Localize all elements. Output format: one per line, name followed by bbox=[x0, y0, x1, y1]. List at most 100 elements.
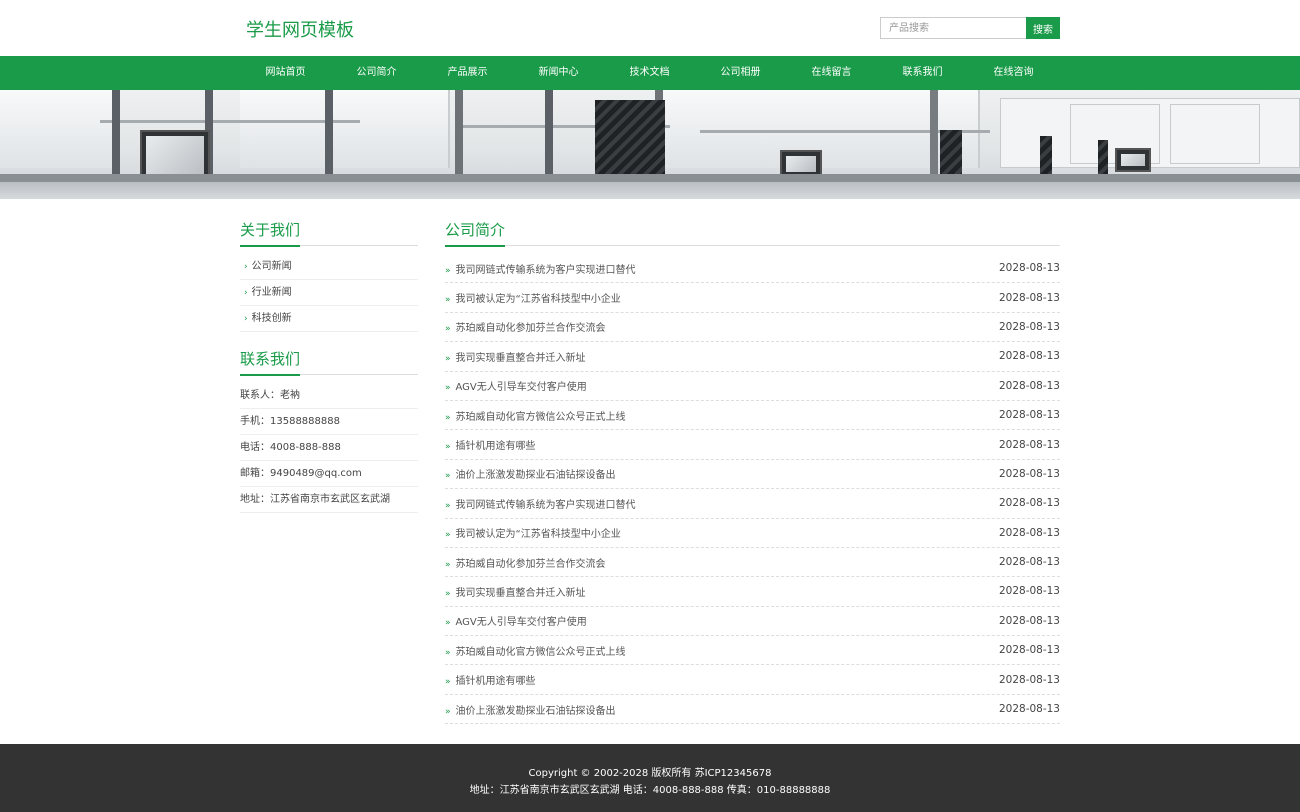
news-title[interactable]: » 苏珀威自动化官方微信公众号正式上线 bbox=[445, 408, 626, 423]
news-title[interactable]: » 我司网链式传输系统为客户实现进口替代 bbox=[445, 261, 636, 276]
nav-item-products[interactable]: 产品展示 bbox=[422, 56, 513, 90]
contact-email: 邮箱：9490489@qq.com bbox=[240, 461, 418, 487]
side-menu-item-industry-news[interactable]: › 行业新闻 bbox=[240, 280, 418, 306]
double-chevron-icon: » bbox=[445, 677, 451, 688]
news-date: 2028-08-13 bbox=[998, 614, 1060, 627]
news-item[interactable]: » 我司网链式传输系统为客户实现进口替代 2028-08-13 bbox=[445, 489, 1060, 519]
double-chevron-icon: » bbox=[445, 618, 451, 629]
news-title[interactable]: » 苏珀威自动化官方微信公众号正式上线 bbox=[445, 643, 626, 658]
nav-item-home[interactable]: 网站首页 bbox=[240, 56, 331, 90]
news-date: 2028-08-13 bbox=[998, 585, 1060, 598]
search-input[interactable] bbox=[880, 17, 1026, 39]
news-item[interactable]: » 我司被认定为“江苏省科技型中小企业 2028-08-13 bbox=[445, 283, 1060, 313]
nav-item-news[interactable]: 新闻中心 bbox=[513, 56, 604, 90]
news-item[interactable]: » 我司实现垂直整合并迁入新址 2028-08-13 bbox=[445, 342, 1060, 372]
contact-person: 联系人：老衲 bbox=[240, 383, 418, 409]
news-item[interactable]: » 插针机用途有哪些 2028-08-13 bbox=[445, 665, 1060, 695]
news-item[interactable]: » 我司实现垂直整合并迁入新址 2028-08-13 bbox=[445, 577, 1060, 607]
double-chevron-icon: » bbox=[445, 412, 451, 423]
news-title[interactable]: » 苏珀威自动化参加芬兰合作交流会 bbox=[445, 555, 606, 570]
news-item[interactable]: » 我司被认定为“江苏省科技型中小企业 2028-08-13 bbox=[445, 519, 1060, 548]
news-title-text: 我司实现垂直整合并迁入新址 bbox=[455, 587, 586, 599]
double-chevron-icon: » bbox=[445, 324, 451, 335]
news-item[interactable]: » 油价上涨激发勘探业石油钻探设备出 2028-08-13 bbox=[445, 460, 1060, 490]
news-item[interactable]: » 苏珀威自动化参加芬兰合作交流会 2028-08-13 bbox=[445, 313, 1060, 343]
news-title-text: 油价上涨激发勘探业石油钻探设备出 bbox=[455, 705, 616, 717]
contact-phone: 电话：4008-888-888 bbox=[240, 435, 418, 461]
news-title-text: 插针机用途有哪些 bbox=[455, 441, 536, 453]
news-title[interactable]: » 插针机用途有哪些 bbox=[445, 437, 536, 452]
nav-item-consult[interactable]: 在线咨询 bbox=[968, 56, 1059, 90]
contact-title: 联系我们 bbox=[240, 348, 418, 376]
content-title: 公司简介 bbox=[445, 219, 1060, 247]
news-title-text: 插针机用途有哪些 bbox=[455, 676, 536, 688]
sidebar: 关于我们 › 公司新闻 › 行业新闻 › 科技创新 联系我们 联系人：老衲 手机：13… bbox=[240, 219, 418, 724]
chevron-right-icon: › bbox=[244, 288, 248, 298]
news-item[interactable]: » 苏珀威自动化参加芬兰合作交流会 2028-08-13 bbox=[445, 548, 1060, 578]
news-title[interactable]: » 我司被认定为“江苏省科技型中小企业 bbox=[445, 290, 621, 305]
side-menu-label: 公司新闻 bbox=[251, 261, 292, 272]
news-date: 2028-08-13 bbox=[998, 703, 1060, 716]
double-chevron-icon: » bbox=[445, 295, 451, 306]
news-title[interactable]: » 插针机用途有哪些 bbox=[445, 672, 536, 687]
chevron-right-icon: › bbox=[244, 262, 248, 272]
footer-copyright: Copyright © 2002-2028 版权所有 苏ICP12345678 bbox=[528, 768, 772, 779]
news-item[interactable]: » 苏珀威自动化官方微信公众号正式上线 2028-08-13 bbox=[445, 636, 1060, 666]
news-title-text: 我司被认定为“江苏省科技型中小企业 bbox=[455, 294, 621, 306]
news-title[interactable]: » 我司实现垂直整合并迁入新址 bbox=[445, 584, 586, 599]
double-chevron-icon: » bbox=[445, 706, 451, 717]
side-menu-item-company-news[interactable]: › 公司新闻 bbox=[240, 254, 418, 280]
double-chevron-icon: » bbox=[445, 647, 451, 658]
double-chevron-icon: » bbox=[445, 265, 451, 276]
news-date: 2028-08-13 bbox=[998, 673, 1060, 686]
footer-contact: 地址：江苏省南京市玄武区玄武湖 电话：4008-888-888 传真：010-8… bbox=[469, 785, 831, 796]
news-item[interactable]: » 插针机用途有哪些 2028-08-13 bbox=[445, 430, 1060, 460]
double-chevron-icon: » bbox=[445, 471, 451, 482]
side-menu-label: 行业新闻 bbox=[251, 287, 292, 298]
news-item[interactable]: » 苏珀威自动化官方微信公众号正式上线 2028-08-13 bbox=[445, 401, 1060, 431]
news-title-text: 我司网链式传输系统为客户实现进口替代 bbox=[455, 264, 636, 276]
news-title[interactable]: » 我司网链式传输系统为客户实现进口替代 bbox=[445, 496, 636, 511]
news-title[interactable]: » 我司被认定为“江苏省科技型中小企业 bbox=[445, 525, 621, 540]
news-item[interactable]: » 我司网链式传输系统为客户实现进口替代 2028-08-13 bbox=[445, 254, 1060, 284]
double-chevron-icon: » bbox=[445, 383, 451, 394]
nav-item-contact[interactable]: 联系我们 bbox=[877, 56, 968, 90]
contact-title-text: 联系我们 bbox=[240, 349, 301, 376]
news-item[interactable]: » 油价上涨激发勘探业石油钻探设备出 2028-08-13 bbox=[445, 695, 1060, 725]
nav-item-docs[interactable]: 技术文档 bbox=[604, 56, 695, 90]
news-title-text: 苏珀威自动化参加芬兰合作交流会 bbox=[455, 558, 606, 570]
news-item[interactable]: » AGV无人引导车交付客户使用 2028-08-13 bbox=[445, 372, 1060, 401]
news-title-text: AGV无人引导车交付客户使用 bbox=[455, 382, 587, 394]
news-title[interactable]: » 油价上涨激发勘探业石油钻探设备出 bbox=[445, 466, 616, 481]
site-footer: Copyright © 2002-2028 版权所有 苏ICP12345678 … bbox=[0, 744, 1300, 812]
news-item[interactable]: » AGV无人引导车交付客户使用 2028-08-13 bbox=[445, 607, 1060, 637]
news-list: » 我司网链式传输系统为客户实现进口替代 2028-08-13 » 我司被认定为“江苏省… bbox=[445, 254, 1060, 725]
news-title-text: 苏珀威自动化官方微信公众号正式上线 bbox=[455, 646, 626, 658]
news-title-text: 油价上涨激发勘探业石油钻探设备出 bbox=[455, 470, 616, 482]
news-date: 2028-08-13 bbox=[998, 497, 1060, 510]
site-logo[interactable]: 学生网页模板 bbox=[246, 16, 354, 42]
double-chevron-icon: » bbox=[445, 500, 451, 511]
news-date: 2028-08-13 bbox=[998, 467, 1060, 480]
news-title-text: AGV无人引导车交付客户使用 bbox=[455, 617, 587, 629]
news-title[interactable]: » AGV无人引导车交付客户使用 bbox=[445, 613, 587, 628]
search-form: 搜索 bbox=[880, 17, 1060, 39]
news-title[interactable]: » 我司实现垂直整合并迁入新址 bbox=[445, 349, 586, 364]
news-title[interactable]: » 苏珀威自动化参加芬兰合作交流会 bbox=[445, 319, 606, 334]
news-title[interactable]: » 油价上涨激发勘探业石油钻探设备出 bbox=[445, 702, 616, 717]
content-title-text: 公司简介 bbox=[445, 220, 506, 247]
nav-item-album[interactable]: 公司相册 bbox=[695, 56, 786, 90]
news-date: 2028-08-13 bbox=[998, 262, 1060, 275]
news-title[interactable]: » AGV无人引导车交付客户使用 bbox=[445, 378, 587, 393]
search-button[interactable]: 搜索 bbox=[1026, 17, 1060, 39]
lab-banner-image bbox=[0, 90, 1300, 199]
side-menu-item-innovation[interactable]: › 科技创新 bbox=[240, 306, 418, 332]
news-date: 2028-08-13 bbox=[998, 526, 1060, 539]
about-title-text: 关于我们 bbox=[240, 220, 301, 247]
nav-item-about[interactable]: 公司简介 bbox=[331, 56, 422, 90]
news-title-text: 我司实现垂直整合并迁入新址 bbox=[455, 352, 586, 364]
nav-item-message[interactable]: 在线留言 bbox=[786, 56, 877, 90]
double-chevron-icon: » bbox=[445, 559, 451, 570]
news-date: 2028-08-13 bbox=[998, 320, 1060, 333]
double-chevron-icon: » bbox=[445, 442, 451, 453]
